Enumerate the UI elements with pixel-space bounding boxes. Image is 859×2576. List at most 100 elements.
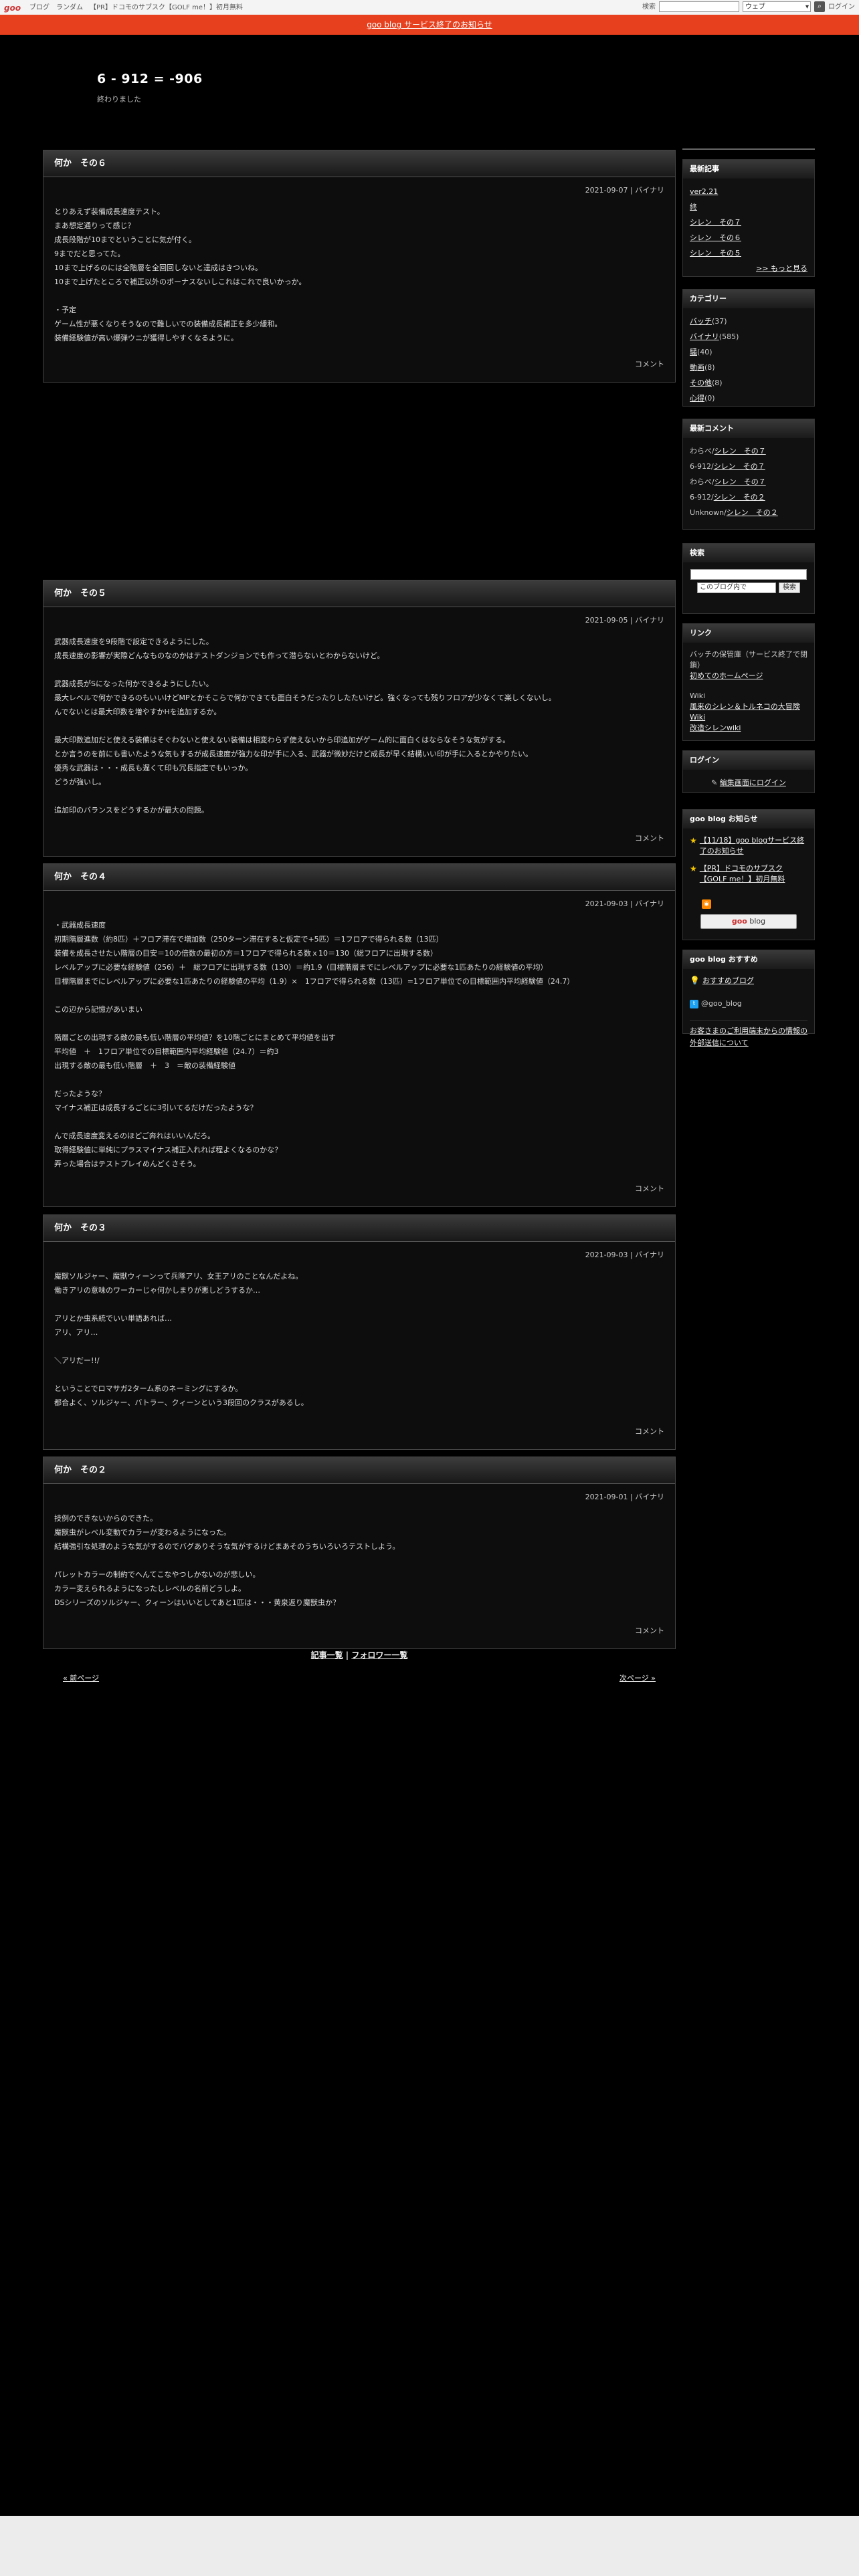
twitter-handle[interactable]: @goo_blog — [701, 999, 742, 1008]
categories-list: バッチ(37) バイナリ(585) 騒(40) 動画(8) その他(8) 心得(… — [683, 308, 814, 411]
next-page-link[interactable]: 次ページ » — [619, 1673, 656, 1685]
top-search-input[interactable] — [659, 1, 739, 12]
top-link-random[interactable]: ランダム — [56, 3, 83, 13]
links-heading: バッチの保管庫（サービス終了で閉鎖） — [690, 650, 807, 669]
category-count: (0) — [704, 394, 715, 403]
sidebar-search-input[interactable] — [690, 569, 807, 580]
link-item[interactable]: 改造シレンwiki — [690, 724, 741, 732]
category-link[interactable]: 心得 — [690, 394, 704, 403]
comment-link[interactable]: コメント — [635, 1426, 664, 1438]
login-box: ログイン ✎ 編集画面にログイン — [682, 750, 815, 793]
more-link[interactable]: >> もっと見る — [756, 264, 807, 273]
sidebar-search-button[interactable]: 検索 — [779, 582, 800, 593]
external-transmission-link[interactable]: お客さまのご利用端末からの情報の外部送信について — [690, 1027, 807, 1047]
comment-link[interactable]: コメント — [635, 1626, 664, 1637]
blog-header: 6 - 912 = -906 終わりました — [97, 70, 203, 105]
goo-logo[interactable]: goo — [4, 2, 21, 14]
recent-post-link[interactable]: シレン その６ — [690, 233, 741, 242]
entry-list-link[interactable]: 記事一覧 — [311, 1650, 343, 1660]
entry-title[interactable]: 何か その２ — [43, 1457, 675, 1484]
recent-post-link[interactable]: 終 — [690, 203, 697, 211]
entry: 何か その２ 2021-09-01 | バイナリ 技例のできないからのできた。 … — [43, 1457, 676, 1649]
entry-date: 2021-09-05 — [585, 616, 628, 625]
rss-icon[interactable]: ◉ — [702, 899, 711, 909]
comment-author: 6-912 — [690, 493, 711, 502]
entry-category[interactable]: バイナリ — [635, 1493, 664, 1501]
top-search-label: 検索 — [642, 3, 656, 11]
entry-body: 技例のできないからのできた。 魔獣虫がレベル変動でカラーが変わるようになった。 … — [54, 1513, 400, 1607]
entry-category[interactable]: バイナリ — [635, 186, 664, 195]
recent-post-link[interactable]: ver2.21 — [690, 187, 718, 196]
comment-author: Unknown — [690, 508, 725, 517]
entry-date: 2021-09-07 — [585, 186, 628, 195]
comment-link[interactable]: コメント — [635, 833, 664, 845]
goo-notice-link[interactable]: 【PR】ドコモのサブスク【GOLF me！】初月無料 — [700, 863, 807, 885]
category-count: (37) — [712, 317, 727, 326]
categories-title: カテゴリー — [683, 290, 814, 308]
top-link-pr[interactable]: 【PR】ドコモのサブスク【GOLF me！】初月無料 — [90, 3, 243, 13]
search-title: 検索 — [683, 544, 814, 562]
prev-page-link[interactable]: « 前ページ — [63, 1673, 99, 1685]
top-link-blog[interactable]: ブログ — [29, 3, 50, 13]
entry-title[interactable]: 何か その５ — [43, 580, 675, 607]
recent-posts-title: 最新記事 — [683, 160, 814, 179]
recent-post-link[interactable]: シレン その５ — [690, 249, 741, 257]
entry-meta: 2021-09-03 | バイナリ — [585, 1251, 664, 1259]
entry-category[interactable]: バイナリ — [635, 1251, 664, 1259]
comment-post-link[interactable]: シレン その２ — [727, 508, 778, 517]
goo-blog-button-label: blog — [749, 917, 766, 926]
goo-notice-link[interactable]: 【11/18】goo blogサービス終了のお知らせ — [700, 835, 807, 857]
followers-link[interactable]: フォロワー一覧 — [351, 1650, 407, 1660]
sidebar-search-select[interactable]: このブログ内で — [697, 582, 776, 593]
entry-title[interactable]: 何か その６ — [43, 150, 675, 177]
star-icon: ★ — [690, 864, 697, 873]
recent-comments-title: 最新コメント — [683, 419, 814, 438]
sidebar-divider — [682, 148, 815, 150]
comment-post-link[interactable]: シレン その７ — [714, 477, 766, 486]
links-list: バッチの保管庫（サービス終了で閉鎖） 初めてのホームページ Wiki 風来のシレ… — [683, 643, 814, 739]
entry-body: 魔獣ソルジャー、魔獣ウィーンって兵隊アリ、女王アリのことなんだよね。 働きアリの… — [54, 1271, 308, 1407]
recommend-box: goo blog おすすめ 💡 おすすめブログ t @goo_blog お客さまのご… — [682, 950, 815, 1047]
category-link[interactable]: 動画 — [690, 363, 704, 372]
login-link[interactable]: ログイン — [828, 2, 855, 12]
twitter-icon: t — [690, 999, 698, 1008]
comment-post-link[interactable]: シレン その７ — [714, 462, 765, 471]
comment-link[interactable]: コメント — [635, 359, 664, 370]
recommend-title: goo blog おすすめ — [683, 950, 814, 969]
recent-comments-list: わらべ/シレン その７ 6-912/シレン その７ わらべ/シレン その７ 6-… — [683, 438, 814, 526]
notice-link[interactable]: goo blog サービス終了のお知らせ — [367, 20, 492, 29]
link-item[interactable]: 風来のシレン＆トルネコの大冒険 Wiki — [690, 702, 800, 722]
entry-category[interactable]: バイナリ — [635, 899, 664, 908]
recent-posts-box: 最新記事 ver2.21 終 シレン その７ シレン その６ シレン その５ >… — [682, 159, 815, 277]
link-item[interactable]: 初めてのホームページ — [690, 671, 763, 680]
entry-category[interactable]: バイナリ — [635, 616, 664, 625]
links-box: リンク バッチの保管庫（サービス終了で閉鎖） 初めてのホームページ Wiki 風… — [682, 623, 815, 741]
comment-post-link[interactable]: シレン その７ — [714, 447, 766, 455]
category-link[interactable]: その他 — [690, 379, 712, 387]
search-icon[interactable]: ⌕ — [814, 1, 825, 12]
category-count: (585) — [719, 332, 739, 341]
category-link[interactable]: 騒 — [690, 348, 697, 356]
edit-login-link[interactable]: 編集画面にログイン — [720, 778, 786, 787]
entry-nav-separator: | — [345, 1650, 349, 1660]
entry-date: 2021-09-01 — [585, 1493, 628, 1501]
entry-title[interactable]: 何か その４ — [43, 864, 675, 891]
goo-notice-box: goo blog お知らせ ★ 【11/18】goo blogサービス終了のお知ら… — [682, 809, 815, 940]
entry: 何か その５ 2021-09-05 | バイナリ 武器成長速度を9段階で設定でき… — [43, 580, 676, 857]
entry-title[interactable]: 何か その３ — [43, 1215, 675, 1242]
recommend-blog-link[interactable]: おすすめブログ — [702, 976, 754, 985]
comment-post-link[interactable]: シレン その２ — [714, 493, 765, 502]
entry-body: 武器成長速度を9段階で設定できるようにした。 成長速度の影響が実際どんなものなの… — [54, 637, 556, 815]
blog-title[interactable]: 6 - 912 = -906 — [97, 70, 203, 89]
top-search-select[interactable]: ウェブ ▾ — [743, 1, 811, 12]
goo-blog-button[interactable]: goo blog — [700, 914, 797, 929]
goo-notice-list: ★ 【11/18】goo blogサービス終了のお知らせ ★ 【PR】ドコモのサブス… — [683, 829, 814, 934]
login-body: ✎ 編集画面にログイン — [683, 770, 814, 796]
category-link[interactable]: バイナリ — [690, 332, 719, 341]
recent-post-link[interactable]: シレン その７ — [690, 218, 741, 227]
comment-link[interactable]: コメント — [635, 1184, 664, 1195]
entry-meta: 2021-09-07 | バイナリ — [585, 186, 664, 195]
category-link[interactable]: バッチ — [690, 317, 712, 326]
notice-banner: goo blog サービス終了のお知らせ — [0, 15, 859, 35]
top-links: ブログ ランダム 【PR】ドコモのサブスク【GOLF me！】初月無料 — [29, 3, 243, 13]
